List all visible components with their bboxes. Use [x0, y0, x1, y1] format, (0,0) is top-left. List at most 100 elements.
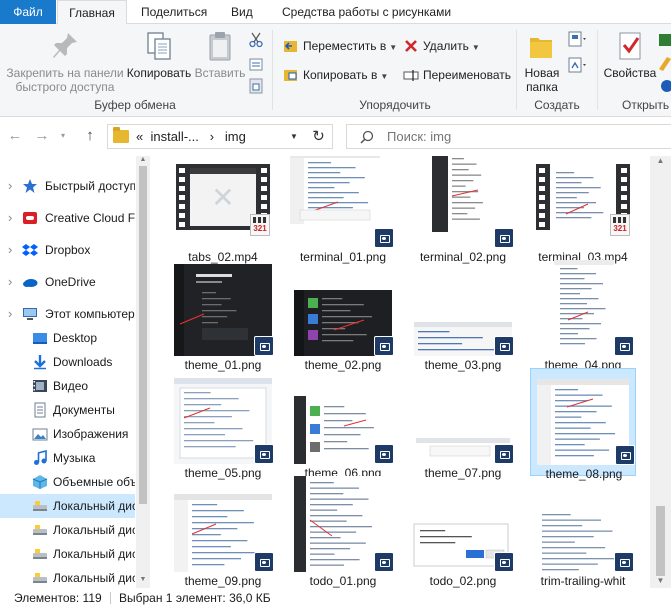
sidebar-item[interactable]: Downloads	[0, 350, 135, 374]
chevron-right-icon[interactable]: ›	[8, 270, 12, 294]
sidebar-item[interactable]: Музыка	[0, 446, 135, 470]
chevron-right-icon[interactable]: ›	[8, 206, 12, 230]
nav-scrollbar[interactable]: ▲ ▼	[136, 156, 150, 588]
file-item[interactable]: theme_01.png	[170, 260, 276, 372]
file-item[interactable]: terminal_02.png	[410, 156, 516, 264]
history-icon[interactable]	[659, 78, 671, 94]
sidebar-item-label: Локальный дис	[53, 523, 135, 537]
search-input[interactable]	[387, 125, 647, 148]
breadcrumb-item-parent[interactable]: install-...	[150, 129, 198, 144]
music-icon	[34, 450, 47, 465]
new-folder-icon	[530, 38, 552, 58]
file-item[interactable]: 321 terminal_03.mp4	[530, 156, 636, 264]
properties-button[interactable]: Свойства	[600, 30, 660, 80]
paste-shortcut-icon[interactable]	[249, 78, 263, 94]
video-file-icon: 321	[610, 214, 630, 236]
sidebar-item[interactable]: Объемные объ	[0, 470, 135, 494]
sidebar-item-label: Downloads	[53, 355, 113, 369]
sidebar-item[interactable]: Desktop	[0, 326, 135, 350]
chevron-right-icon[interactable]: ›	[8, 174, 12, 198]
copy-to-button[interactable]: Копировать в ▼	[283, 64, 388, 86]
download-icon	[34, 355, 46, 370]
file-item[interactable]: trim-trailing-whitespace.png	[530, 476, 636, 588]
file-item[interactable]: theme_02.png	[290, 260, 396, 372]
refresh-icon[interactable]: ↻	[305, 124, 333, 149]
new-folder-button[interactable]: Новая папка	[520, 30, 564, 94]
open-icon[interactable]	[659, 32, 671, 48]
nav-scrollbar-thumb[interactable]	[139, 166, 147, 504]
sidebar-item-label: Локальный дис	[53, 499, 135, 513]
tab-view[interactable]: Вид	[223, 0, 261, 24]
copy-button[interactable]: Копировать	[124, 30, 194, 80]
back-arrow-icon[interactable]: ←	[4, 125, 26, 147]
file-item[interactable]: terminal_01.png	[290, 156, 396, 264]
sidebar-item[interactable]: › Быстрый доступ	[0, 174, 135, 198]
edit-icon[interactable]	[659, 55, 671, 71]
content-scrollbar[interactable]: ▲ ▼	[650, 156, 671, 588]
chevron-right-icon[interactable]: ›	[8, 302, 12, 326]
tab-share[interactable]: Поделиться	[133, 0, 215, 24]
tab-picture-tools[interactable]: Средства работы с рисунками	[274, 0, 459, 24]
item-count: Элементов: 119	[14, 591, 102, 605]
sidebar-item[interactable]: Документы	[0, 398, 135, 422]
image-file-icon	[494, 336, 514, 356]
image-file-icon	[614, 336, 634, 356]
cut-icon[interactable]	[249, 32, 263, 48]
content-scrollbar-thumb[interactable]	[656, 506, 665, 576]
easy-access-icon[interactable]	[566, 56, 588, 76]
sidebar-item[interactable]: › Этот компьютер	[0, 302, 135, 326]
pin-quick-access-button[interactable]: Закрепить на панели быстрого доступа	[4, 30, 126, 94]
copy-path-icon[interactable]	[249, 56, 263, 72]
scroll-down-icon[interactable]: ▼	[650, 576, 671, 585]
file-name-line: todo_02.png	[429, 574, 497, 588]
up-arrow-icon[interactable]: ↑	[79, 125, 101, 147]
file-item[interactable]: theme_04.png	[530, 260, 636, 372]
move-to-button[interactable]: Переместить в ▼	[283, 35, 397, 57]
sidebar-item[interactable]: Локальный дис	[0, 494, 135, 518]
chevron-right-icon[interactable]: ›	[8, 238, 12, 262]
sidebar-item-label: Локальный дис	[53, 571, 135, 585]
sidebar-item[interactable]: › Dropbox	[0, 238, 135, 262]
delete-button[interactable]: Удалить ▼	[403, 35, 480, 57]
address-dropdown-chevron-icon[interactable]: ▼	[283, 124, 305, 149]
rename-button[interactable]: Переименовать	[403, 64, 511, 86]
breadcrumb: « install-... › img	[136, 125, 246, 148]
recent-locations-chevron-icon[interactable]: ▾	[56, 125, 70, 147]
sidebar-item-label: Изображения	[53, 427, 129, 441]
file-item[interactable]: ✕ 321 tabs_02.mp4	[170, 156, 276, 264]
file-item[interactable]: theme_05.png	[170, 368, 276, 480]
breadcrumb-separator[interactable]: ›	[210, 129, 214, 144]
sidebar-item[interactable]: › OneDrive	[0, 270, 135, 294]
paste-button[interactable]: Вставить	[192, 30, 248, 80]
new-item-icon[interactable]	[566, 30, 588, 50]
file-item[interactable]: theme_06.png	[290, 368, 396, 480]
file-item[interactable]: theme_08.png	[530, 368, 636, 481]
breadcrumb-overflow[interactable]: «	[136, 129, 143, 144]
file-item[interactable]: theme_07.png	[410, 368, 516, 480]
file-item[interactable]: theme_09.png	[170, 476, 276, 588]
breadcrumb-item-current[interactable]: img	[225, 129, 246, 144]
sidebar-item[interactable]: › Creative Cloud Fi	[0, 206, 135, 230]
image-file-icon	[374, 552, 394, 572]
image-file-icon	[615, 445, 635, 465]
sidebar-item[interactable]: Изображения	[0, 422, 135, 446]
file-item[interactable]: theme_03.png	[410, 260, 516, 372]
sidebar-item[interactable]: Локальный дис	[0, 518, 135, 542]
pin-label-line1: Закрепить на панели	[6, 66, 124, 80]
sidebar-item[interactable]: Локальный дис	[0, 566, 135, 588]
file-item[interactable]: todo_01.png	[290, 476, 396, 588]
sidebar-item[interactable]: Видео	[0, 374, 135, 398]
group-divider	[516, 30, 517, 110]
scroll-down-icon[interactable]: ▼	[136, 576, 150, 583]
tab-home[interactable]: Главная	[57, 0, 127, 25]
scroll-up-icon[interactable]: ▲	[650, 156, 671, 165]
tab-file[interactable]: Файл	[0, 0, 56, 24]
sidebar-item-label: Документы	[53, 403, 115, 417]
chevron-down-icon: ▼	[471, 43, 480, 52]
search-icon	[360, 130, 374, 144]
search-box	[346, 124, 671, 149]
sidebar-item[interactable]: Локальный дис	[0, 542, 135, 566]
scroll-up-icon[interactable]: ▲	[136, 156, 150, 163]
forward-arrow-icon[interactable]: →	[31, 125, 53, 147]
file-item[interactable]: todo_02.png	[410, 476, 516, 588]
